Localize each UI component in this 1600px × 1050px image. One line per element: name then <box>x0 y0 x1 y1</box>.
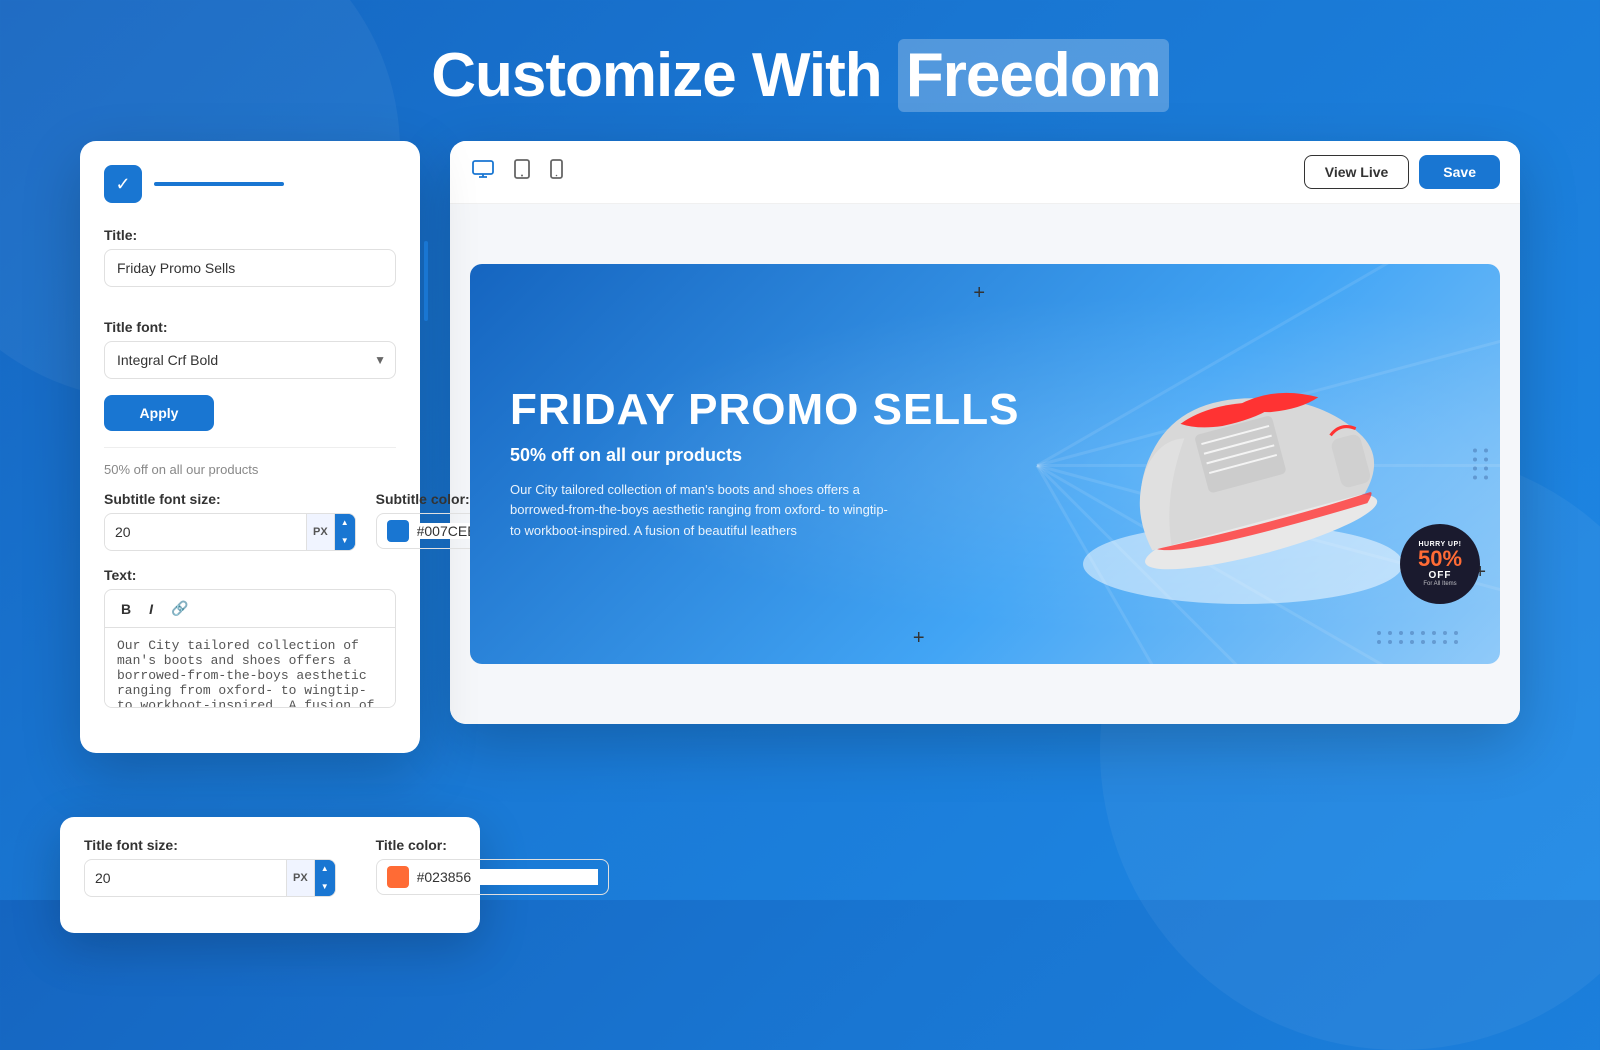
title-font-size-field[interactable] <box>85 862 286 894</box>
scroll-indicator <box>424 241 428 321</box>
left-panel: ✓ Title: Title font: Integral Crf Bold ▼ <box>80 141 420 753</box>
subtitle-font-size-input: PX ▲ ▼ <box>104 513 356 551</box>
subtitle-font-size-label: Subtitle font size: <box>104 491 356 507</box>
preview-body: FRIDAY PROMO SELLS 50% off on all our pr… <box>450 204 1520 724</box>
mobile-view-btn[interactable] <box>548 157 565 187</box>
title-font-size-label: Title font size: <box>84 837 336 853</box>
title-color-swatch <box>387 866 409 888</box>
badge-percent-text: 50% <box>1418 548 1462 570</box>
view-live-button[interactable]: View Live <box>1304 155 1410 189</box>
subtitle-color-swatch <box>387 520 409 542</box>
subtitle-size-up-btn[interactable]: ▲ <box>335 514 355 532</box>
title-font-select[interactable]: Integral Crf Bold <box>104 341 396 379</box>
title-font-size-wrapper: PX ▲ ▼ <box>84 859 336 897</box>
sub-card-row: Title font size: PX ▲ ▼ Title color: <box>84 837 456 897</box>
main-content: ✓ Title: Title font: Integral Crf Bold ▼ <box>0 141 1600 753</box>
right-panel: View Live Save FRIDAY PROMO <box>450 141 1520 724</box>
title-font-label: Title font: <box>104 319 396 335</box>
title-group: Title: <box>104 227 396 303</box>
bold-btn[interactable]: B <box>117 598 135 619</box>
title-input[interactable] <box>104 249 396 287</box>
header-line <box>154 182 284 186</box>
discount-badge: Hurry Up! 50% OFF For All Items <box>1400 524 1480 604</box>
title-font-size-arrows: ▲ ▼ <box>314 860 335 896</box>
add-plus-top[interactable]: + <box>973 282 985 305</box>
title-color-hex-field[interactable] <box>417 869 598 885</box>
title-font-group: Title font: Integral Crf Bold ▼ <box>104 319 396 379</box>
title-size-up-btn[interactable]: ▲ <box>315 860 335 878</box>
banner-image-area: Hurry Up! 50% OFF For All Items <box>985 264 1500 664</box>
title-font-size-unit: PX <box>286 860 314 896</box>
tablet-view-btn[interactable] <box>512 157 532 187</box>
page-title-section: Customize With Freedom <box>0 0 1600 141</box>
text-group: Text: B I 🔗 Our City tailored collection… <box>104 567 396 713</box>
text-label: Text: <box>104 567 396 583</box>
badge-off-text: OFF <box>1429 570 1452 581</box>
title-font-select-wrapper: Integral Crf Bold ▼ <box>104 341 396 379</box>
title-font-size-col: Title font size: PX ▲ ▼ <box>84 837 336 897</box>
banner-title: FRIDAY PROMO SELLS <box>510 386 1019 434</box>
subtitle-size-down-btn[interactable]: ▼ <box>335 532 355 550</box>
device-icons <box>470 157 565 187</box>
banner-description: Our City tailored collection of man's bo… <box>510 480 890 542</box>
subtitle-font-size-col: Subtitle font size: PX ▲ ▼ <box>104 491 356 551</box>
title-size-down-btn[interactable]: ▼ <box>315 878 335 896</box>
banner-subtitle: 50% off on all our products <box>510 445 1019 466</box>
title-color-col: Title color: <box>376 837 609 897</box>
apply-button[interactable]: Apply <box>104 395 214 431</box>
dots-pattern <box>1377 631 1460 644</box>
subtitle-font-size-field[interactable] <box>105 516 306 548</box>
title-color-label: Title color: <box>376 837 609 853</box>
save-button[interactable]: Save <box>1419 155 1500 189</box>
shoe-svg <box>1073 324 1413 604</box>
text-editor-toolbar: B I 🔗 <box>104 589 396 628</box>
editor-card-header: ✓ <box>104 165 396 203</box>
subtitle-preview: 50% off on all our products <box>104 447 396 477</box>
title-highlight: Freedom <box>898 39 1169 112</box>
preview-actions: View Live Save <box>1304 155 1500 189</box>
italic-btn[interactable]: I <box>145 598 157 619</box>
subtitle-font-size-unit: PX <box>306 514 334 550</box>
banner-content: FRIDAY PROMO SELLS 50% off on all our pr… <box>510 386 1019 542</box>
editor-icon: ✓ <box>104 165 142 203</box>
link-btn[interactable]: 🔗 <box>167 598 192 619</box>
floating-sub-card: Title font size: PX ▲ ▼ Title color: <box>60 817 480 933</box>
badge-items-text: For All Items <box>1423 581 1456 587</box>
editor-card: ✓ Title: Title font: Integral Crf Bold ▼ <box>80 141 420 753</box>
promo-banner: FRIDAY PROMO SELLS 50% off on all our pr… <box>470 264 1500 664</box>
title-color-input[interactable] <box>376 859 609 895</box>
title-text-part1: Customize With <box>431 41 898 110</box>
preview-header: View Live Save <box>450 141 1520 204</box>
subtitle-settings-row: Subtitle font size: PX ▲ ▼ Subtitle colo… <box>104 491 396 551</box>
add-plus-bottom[interactable]: + <box>913 627 925 650</box>
subtitle-font-size-arrows: ▲ ▼ <box>334 514 355 550</box>
text-area[interactable]: Our City tailored collection of man's bo… <box>104 628 396 708</box>
desktop-view-btn[interactable] <box>470 158 496 186</box>
title-label: Title: <box>104 227 396 243</box>
